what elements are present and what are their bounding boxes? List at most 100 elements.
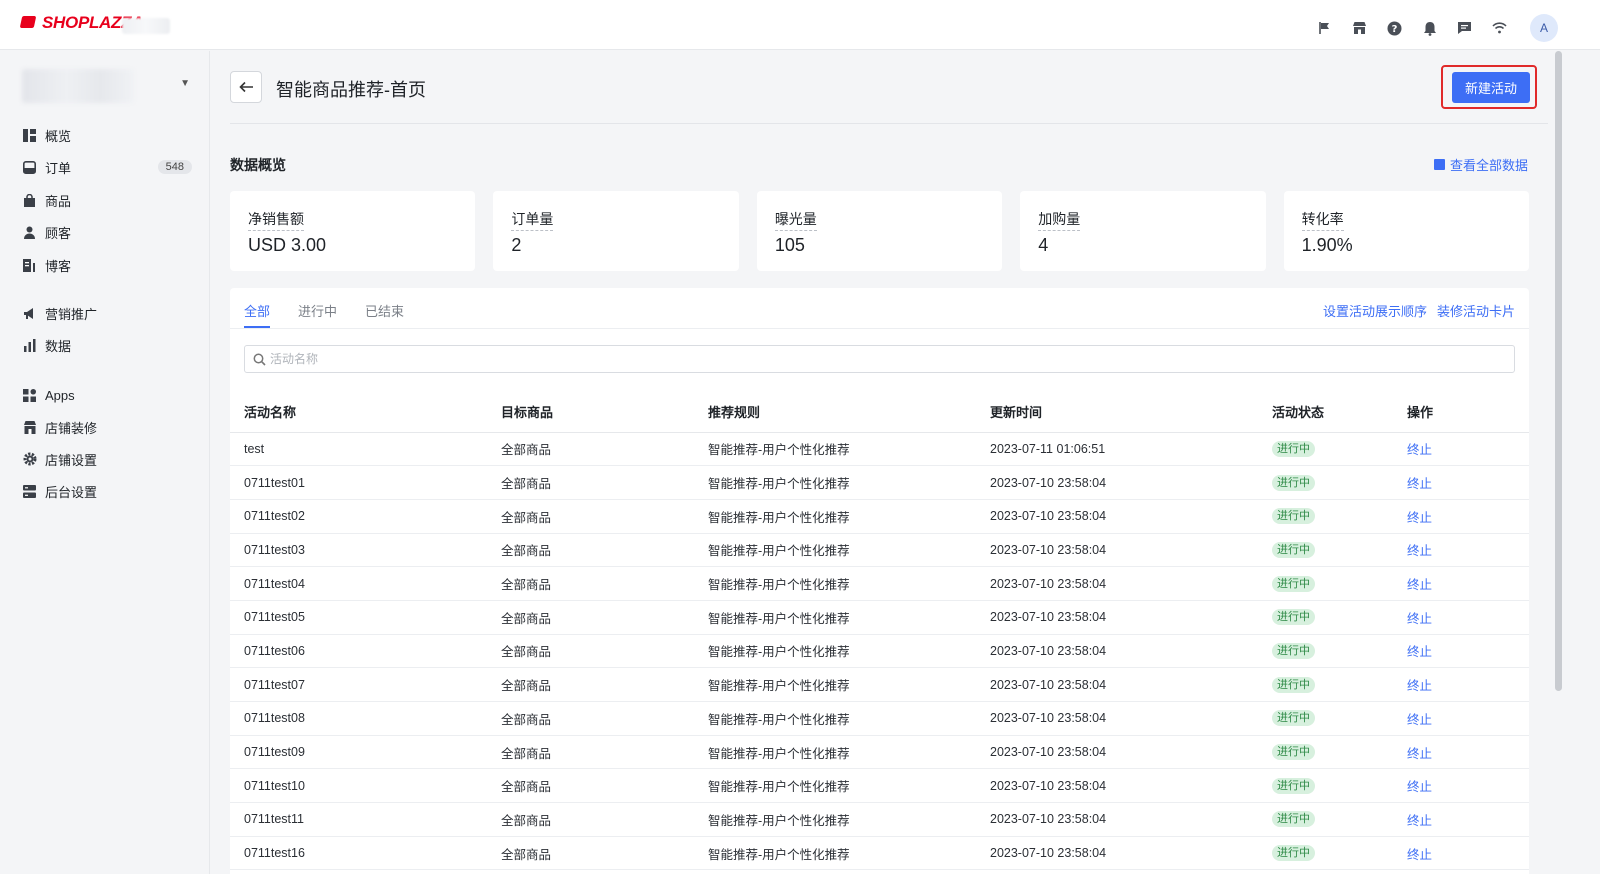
cell-rule: 智能推荐-用户个性化推荐 xyxy=(708,533,990,568)
svg-text:?: ? xyxy=(1392,24,1398,35)
table-row: 0711test09 全部商品 智能推荐-用户个性化推荐 2023-07-10 23:… xyxy=(230,735,1529,770)
table-row: 0711test03 全部商品 智能推荐-用户个性化推荐 2023-07-10 23:… xyxy=(230,533,1529,568)
cell-status: 进行中 xyxy=(1272,634,1407,669)
cell-target: 全部商品 xyxy=(501,533,708,568)
sidebar-item-blog[interactable]: 博客 xyxy=(22,253,192,277)
set-display-order-link[interactable]: 设置活动展示顺序 xyxy=(1323,301,1427,320)
stat-label[interactable]: 净销售额 xyxy=(248,209,304,231)
blog-icon xyxy=(22,258,37,273)
sidebar-item-storefront[interactable]: 店铺装修 xyxy=(22,415,192,439)
sidebar-item-label: 博客 xyxy=(45,258,72,274)
terminate-link[interactable]: 终止 xyxy=(1407,780,1432,794)
cell-status: 进行中 xyxy=(1272,465,1407,500)
sidebar-item-apps[interactable]: Apps xyxy=(22,383,192,407)
table-row: 0711test01 全部商品 智能推荐-用户个性化推荐 2023-07-10 23:… xyxy=(230,465,1529,500)
stat-value: USD 3.00 xyxy=(248,235,327,255)
table-row: 0711test16 全部商品 智能推荐-用户个性化推荐 2023-07-10 23:… xyxy=(230,836,1529,871)
bell-icon[interactable] xyxy=(1421,20,1438,37)
stat-card-add-to-cart: 加购量 4 xyxy=(1020,191,1266,271)
cell-name: 0711test07 xyxy=(230,667,501,702)
view-all-data-link[interactable]: 查看全部数据 xyxy=(1433,155,1528,174)
terminate-link[interactable]: 终止 xyxy=(1407,814,1432,828)
terminate-link[interactable]: 终止 xyxy=(1407,511,1432,525)
terminate-link[interactable]: 终止 xyxy=(1407,578,1432,592)
scrollbar-thumb[interactable] xyxy=(1555,51,1562,691)
cell-action: 终止 xyxy=(1407,432,1529,467)
tab-ended[interactable]: 已结束 xyxy=(365,288,404,328)
stat-value: 2 xyxy=(511,235,522,255)
cell-status: 进行中 xyxy=(1272,600,1407,635)
decorate-card-link[interactable]: 装修活动卡片 xyxy=(1437,301,1515,320)
help-icon[interactable]: ? xyxy=(1386,20,1403,37)
cell-action: 终止 xyxy=(1407,667,1529,702)
cell-status: 进行中 xyxy=(1272,566,1407,601)
stat-label[interactable]: 订单量 xyxy=(511,209,554,231)
store-name-blurred xyxy=(122,18,170,34)
terminate-link[interactable]: 终止 xyxy=(1407,544,1432,558)
stat-label[interactable]: 加购量 xyxy=(1038,209,1081,231)
table-row: test 全部商品 智能推荐-用户个性化推荐 2023-07-11 01:06:51 进… xyxy=(230,432,1529,467)
sidebar-item-overview[interactable]: 概览 xyxy=(22,123,192,147)
cell-name: 0711test06 xyxy=(230,634,501,669)
sidebar-item-customers[interactable]: 顾客 xyxy=(22,220,192,244)
cell-status: 进行中 xyxy=(1272,701,1407,736)
settings-icon xyxy=(22,452,37,467)
product-icon xyxy=(22,193,37,208)
terminate-link[interactable]: 终止 xyxy=(1407,679,1432,693)
terminate-link[interactable]: 终止 xyxy=(1407,713,1432,727)
sidebar-item-label: 后台设置 xyxy=(45,484,98,500)
store-selector[interactable]: ▼ xyxy=(22,69,194,103)
table-row: 0711test04 全部商品 智能推荐-用户个性化推荐 2023-07-10 23:… xyxy=(230,566,1529,601)
sidebar-item-admin-settings[interactable]: 后台设置 xyxy=(22,479,192,503)
cell-rule: 智能推荐-用户个性化推荐 xyxy=(708,768,990,804)
store-icon[interactable] xyxy=(1351,20,1368,37)
sidebar-item-label: 店铺设置 xyxy=(45,452,98,468)
table-row: 0711test05 全部商品 智能推荐-用户个性化推荐 2023-07-10 23:… xyxy=(230,600,1529,635)
activity-table: 活动名称 目标商品 推荐规则 更新时间 活动状态 操作 test 全部商品 智能推荐… xyxy=(230,392,1529,871)
stats-row: 净销售额 USD 3.00 订单量 2 曝光量 105 加购量 4 转化率 1.… xyxy=(230,191,1530,271)
sidebar-item-analytics[interactable]: 数据 xyxy=(22,333,192,357)
cell-target: 全部商品 xyxy=(501,836,708,871)
cell-name: 0711test04 xyxy=(230,566,501,601)
stat-label[interactable]: 曝光量 xyxy=(774,209,817,231)
avatar[interactable]: A xyxy=(1530,14,1558,42)
terminate-link[interactable]: 终止 xyxy=(1407,477,1432,491)
overview-title: 数据概览 xyxy=(230,157,286,173)
status-badge: 进行中 xyxy=(1272,710,1315,727)
stat-value: 1.90% xyxy=(1301,235,1353,255)
status-badge: 进行中 xyxy=(1272,508,1315,525)
tab-in-progress[interactable]: 进行中 xyxy=(298,288,337,328)
cell-name: 0711test09 xyxy=(230,735,501,770)
sidebar-item-products[interactable]: 商品 xyxy=(22,188,192,212)
cell-rule: 智能推荐-用户个性化推荐 xyxy=(708,432,990,467)
activity-panel: 全部 进行中 已结束 设置活动展示顺序 装修活动卡片 活动名称 目标商品 推荐规… xyxy=(230,288,1529,874)
flag-icon[interactable] xyxy=(1316,20,1333,37)
terminate-link[interactable]: 终止 xyxy=(1407,848,1432,862)
terminate-link[interactable]: 终止 xyxy=(1407,645,1432,659)
create-activity-button[interactable]: 新建活动 xyxy=(1452,72,1530,103)
sidebar-item-orders[interactable]: 订单 548 xyxy=(22,155,192,179)
sidebar-item-store-settings[interactable]: 店铺设置 xyxy=(22,447,192,471)
tab-all[interactable]: 全部 xyxy=(244,288,271,328)
sidebar-item-label: 商品 xyxy=(45,193,72,209)
analytics-icon xyxy=(22,338,37,353)
chevron-down-icon: ▼ xyxy=(180,78,190,89)
arrow-left-icon xyxy=(238,81,253,93)
back-button[interactable] xyxy=(230,71,262,103)
page-scrollbar[interactable] xyxy=(1553,51,1563,874)
cell-updated: 2023-07-10 23:58:04 xyxy=(990,566,1272,601)
cell-updated: 2023-07-10 23:58:04 xyxy=(990,768,1272,804)
terminate-link[interactable]: 终止 xyxy=(1407,612,1432,626)
stat-label[interactable]: 转化率 xyxy=(1301,209,1344,231)
cell-name: 0711test01 xyxy=(230,465,501,500)
status-badge: 进行中 xyxy=(1272,676,1315,693)
message-icon[interactable] xyxy=(1456,20,1473,37)
sidebar-item-marketing[interactable]: 营销推广 xyxy=(22,301,192,325)
search-input[interactable] xyxy=(270,352,870,366)
cell-target: 全部商品 xyxy=(501,802,708,837)
terminate-link[interactable]: 终止 xyxy=(1407,443,1432,457)
cell-status: 进行中 xyxy=(1272,432,1407,467)
wifi-icon[interactable] xyxy=(1491,20,1508,37)
search-box[interactable] xyxy=(244,345,1515,373)
terminate-link[interactable]: 终止 xyxy=(1407,747,1432,761)
